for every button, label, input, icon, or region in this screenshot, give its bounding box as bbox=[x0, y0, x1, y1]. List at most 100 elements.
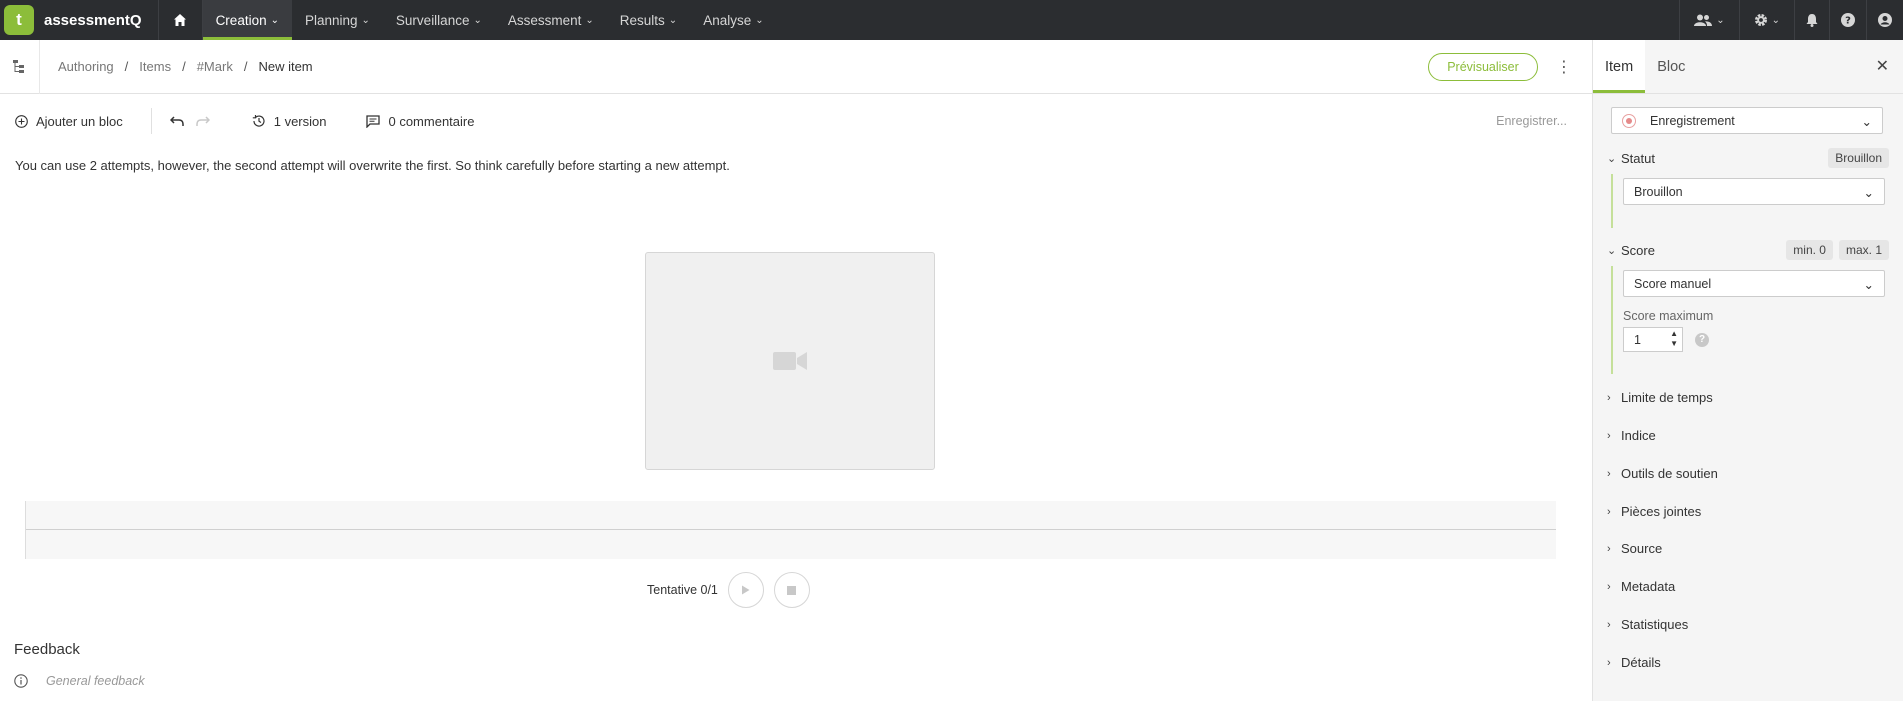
chevron-down-icon: ⌄ bbox=[1771, 14, 1780, 26]
add-block-button[interactable]: Ajouter un bloc bbox=[0, 114, 123, 129]
breadcrumb-separator: / bbox=[243, 59, 248, 74]
brand-name: assessmentQ bbox=[44, 11, 142, 29]
home-button[interactable] bbox=[159, 0, 203, 40]
section-source-label: Source bbox=[1621, 541, 1663, 556]
status-select[interactable]: Brouillon ⌄ bbox=[1623, 178, 1885, 205]
chevron-right-icon: › bbox=[1607, 429, 1611, 442]
tab-item[interactable]: Item bbox=[1593, 40, 1646, 93]
nav-planning-label: Planning bbox=[304, 12, 358, 28]
close-icon[interactable]: ✕ bbox=[1876, 56, 1889, 76]
section-metadata[interactable]: › Metadata bbox=[1607, 579, 1675, 594]
chevron-right-icon: › bbox=[1607, 580, 1611, 593]
nav-analyse-label: Analyse bbox=[703, 12, 752, 28]
stepper-arrows-icon[interactable]: ▲ ▼ bbox=[1670, 329, 1678, 349]
waveform-baseline bbox=[26, 529, 1556, 530]
brand-logo: t bbox=[4, 5, 34, 35]
settings-menu[interactable]: ⌄ bbox=[1738, 0, 1794, 40]
section-details[interactable]: › Détails bbox=[1607, 655, 1661, 670]
chevron-down-icon: ⌄ bbox=[473, 14, 482, 26]
chevron-down-icon: ⌄ bbox=[1861, 115, 1872, 129]
users-menu[interactable]: ⌄ bbox=[1679, 0, 1738, 40]
section-hint[interactable]: › Indice bbox=[1607, 428, 1656, 443]
breadcrumb-mark[interactable]: #Mark bbox=[197, 59, 233, 74]
comments-button[interactable]: 0 commentaire bbox=[326, 114, 474, 129]
chevron-right-icon: › bbox=[1607, 391, 1611, 404]
nav-creation[interactable]: Creation ⌄ bbox=[202, 0, 292, 40]
add-block-label: Ajouter un bloc bbox=[36, 113, 123, 129]
nav-analyse[interactable]: Analyse ⌄ bbox=[690, 0, 776, 40]
nav-results[interactable]: Results ⌄ bbox=[607, 0, 690, 40]
score-section-body: Score manuel ⌄ Score maximum 1 ▲ ▼ ? bbox=[1611, 266, 1885, 374]
section-statistics[interactable]: › Statistiques bbox=[1607, 617, 1688, 632]
breadcrumb-separator: / bbox=[182, 59, 186, 74]
chevron-right-icon: › bbox=[1607, 618, 1611, 631]
section-time-limit[interactable]: › Limite de temps bbox=[1607, 390, 1713, 405]
nav-planning[interactable]: Planning ⌄ bbox=[292, 0, 383, 40]
status-select-value: Brouillon bbox=[1634, 184, 1683, 199]
attempt-counter: Tentative 0/1 bbox=[647, 583, 718, 597]
section-metadata-label: Metadata bbox=[1621, 579, 1676, 594]
notifications-button[interactable] bbox=[1794, 0, 1829, 40]
status-badge: Brouillon bbox=[1828, 148, 1889, 168]
version-history-button[interactable]: 1 version bbox=[210, 114, 326, 129]
score-maximum-row: 1 ▲ ▼ ? bbox=[1623, 327, 1885, 352]
stop-icon bbox=[787, 585, 797, 595]
more-options-icon[interactable]: ⋮ bbox=[1556, 57, 1572, 77]
score-type-select[interactable]: Score manuel ⌄ bbox=[1623, 270, 1885, 297]
tab-bloc[interactable]: Bloc bbox=[1645, 40, 1697, 93]
section-support-tools-label: Outils de soutien bbox=[1621, 466, 1718, 481]
chevron-down-icon: ⌄ bbox=[1863, 278, 1874, 292]
score-section-header[interactable]: ⌄ Score min. 0 max. 1 bbox=[1607, 240, 1889, 260]
section-source[interactable]: › Source bbox=[1607, 541, 1662, 556]
video-camera-icon bbox=[773, 352, 807, 370]
section-support-tools[interactable]: › Outils de soutien bbox=[1607, 466, 1718, 481]
play-icon bbox=[742, 585, 750, 595]
chevron-right-icon: › bbox=[1607, 656, 1611, 669]
chevron-down-icon: ⌄ bbox=[1607, 244, 1617, 257]
nav-assessment[interactable]: Assessment ⌄ bbox=[495, 0, 607, 40]
help-icon[interactable]: ? bbox=[1695, 332, 1709, 347]
chevron-down-icon: ⌄ bbox=[270, 14, 279, 26]
preview-button[interactable]: Prévisualiser bbox=[1428, 53, 1538, 81]
tree-icon bbox=[12, 60, 24, 73]
chevron-down-icon: ⌄ bbox=[585, 14, 594, 26]
nav-surveillance[interactable]: Surveillance ⌄ bbox=[383, 0, 495, 40]
stop-button[interactable] bbox=[773, 572, 810, 608]
comments-label: 0 commentaire bbox=[388, 113, 475, 129]
top-navigation: t assessmentQ Creation ⌄ Planning ⌄ Survei… bbox=[0, 0, 1903, 40]
section-hint-label: Indice bbox=[1621, 428, 1656, 443]
undo-button[interactable] bbox=[152, 115, 184, 127]
item-type-select[interactable]: Enregistrement ⌄ bbox=[1611, 107, 1883, 134]
score-title: Score bbox=[1621, 242, 1655, 258]
history-icon bbox=[252, 115, 265, 127]
home-icon bbox=[174, 14, 187, 26]
status-section-body: Brouillon ⌄ bbox=[1611, 174, 1885, 228]
breadcrumb-items[interactable]: Items bbox=[139, 59, 171, 74]
chevron-right-icon: › bbox=[1607, 542, 1611, 555]
chevron-down-icon: ⌄ bbox=[1863, 186, 1874, 200]
brand[interactable]: t assessmentQ bbox=[0, 0, 159, 40]
nav-creation-label: Creation bbox=[215, 12, 267, 28]
item-type-value: Enregistrement bbox=[1650, 113, 1735, 128]
breadcrumb: Authoring / Items / #Mark / New item bbox=[40, 59, 313, 74]
breadcrumb-separator: / bbox=[124, 59, 129, 74]
section-attachments-label: Pièces jointes bbox=[1621, 504, 1702, 519]
plus-circle-icon bbox=[15, 114, 28, 128]
feedback-field[interactable]: General feedback bbox=[14, 674, 145, 688]
section-attachments[interactable]: › Pièces jointes bbox=[1607, 504, 1701, 519]
tree-toggle-button[interactable] bbox=[0, 39, 40, 94]
account-button[interactable] bbox=[1866, 0, 1903, 40]
breadcrumb-current: New item bbox=[258, 59, 313, 74]
breadcrumb-authoring[interactable]: Authoring bbox=[58, 59, 114, 74]
chevron-down-icon: ⌄ bbox=[1607, 152, 1617, 165]
editor-toolbar: Ajouter un bloc 1 version 0 commentaire … bbox=[0, 104, 1592, 138]
score-maximum-input[interactable]: 1 ▲ ▼ bbox=[1623, 327, 1683, 352]
score-type-value: Score manuel bbox=[1634, 276, 1712, 291]
properties-panel: Item Bloc ✕ Enregistrement ⌄ ⌄ Statut Br… bbox=[1592, 40, 1903, 701]
help-button[interactable]: ? bbox=[1829, 0, 1866, 40]
status-section-header[interactable]: ⌄ Statut Brouillon bbox=[1607, 148, 1889, 168]
score-maximum-label: Score maximum bbox=[1623, 309, 1714, 323]
redo-button[interactable] bbox=[184, 115, 210, 127]
record-play-button[interactable] bbox=[727, 572, 764, 608]
item-instructions: You can use 2 attempts, however, the sec… bbox=[15, 158, 730, 173]
